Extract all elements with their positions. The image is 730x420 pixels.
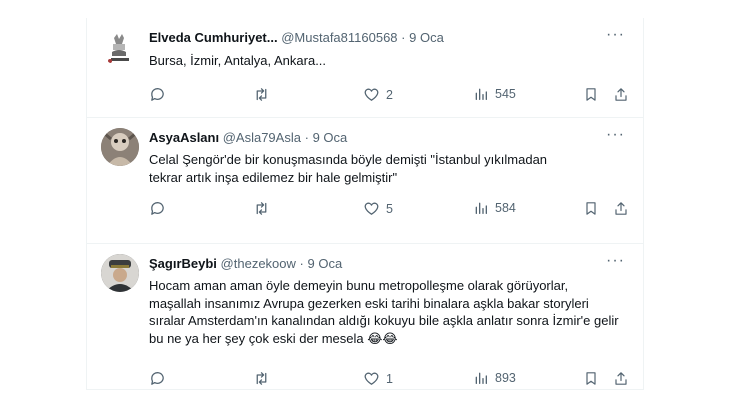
- bookmark-icon: [586, 202, 596, 215]
- heart-icon: [364, 88, 379, 101]
- author-name[interactable]: ŞagırBeybi: [149, 256, 217, 271]
- bookmark-button[interactable]: [583, 200, 599, 217]
- views-button[interactable]: 584: [473, 200, 516, 216]
- reply-icon: [151, 372, 164, 385]
- more-options-icon[interactable]: ···: [606, 26, 625, 44]
- share-icon: [615, 88, 627, 101]
- tweet-actions: 1 893: [149, 370, 627, 390]
- like-button[interactable]: 2: [363, 86, 393, 103]
- like-button[interactable]: 5: [363, 200, 393, 217]
- avatar[interactable]: [101, 28, 139, 66]
- avatar[interactable]: [101, 254, 139, 292]
- avatar[interactable]: [101, 128, 139, 166]
- views-button[interactable]: 545: [473, 86, 516, 102]
- tweet-actions: 2 545: [149, 86, 627, 106]
- bookmark-button[interactable]: [583, 370, 599, 387]
- views-chart-icon: [475, 372, 487, 384]
- like-count: 2: [386, 87, 393, 102]
- view-count: 893: [495, 371, 516, 385]
- retweet-icon: [256, 202, 267, 215]
- reply-icon: [151, 202, 164, 215]
- reply-button[interactable]: [149, 86, 172, 103]
- tweet-text: Bursa, İzmir, Antalya, Ankara...: [149, 53, 327, 68]
- bookmark-icon: [586, 88, 596, 101]
- tweet-header: ŞagırBeybi @thezekoow · 9 Oca: [149, 256, 603, 272]
- heart-icon: [364, 372, 379, 385]
- tweet[interactable]: AsyaAslanı @Asla79Asla · 9 Oca ··· Celal…: [87, 118, 643, 244]
- tweet-feed: Elveda Cumhuriyet... @Mustafa81160568 · …: [86, 18, 644, 390]
- separator-dot: ·: [299, 256, 304, 271]
- author-handle[interactable]: @Asla79Asla: [223, 130, 301, 145]
- views-button[interactable]: 893: [473, 370, 516, 386]
- author-handle[interactable]: @Mustafa81160568: [281, 30, 397, 45]
- views-chart-icon: [475, 88, 487, 100]
- heart-icon: [364, 202, 379, 215]
- more-options-icon[interactable]: ···: [606, 126, 625, 144]
- retweet-button[interactable]: [253, 200, 276, 217]
- avatar-image: [101, 128, 139, 166]
- share-button[interactable]: [613, 86, 629, 103]
- share-icon: [615, 372, 627, 385]
- separator-dot: ·: [401, 30, 406, 45]
- tweet[interactable]: Elveda Cumhuriyet... @Mustafa81160568 · …: [87, 18, 643, 118]
- tweet-date[interactable]: 9 Oca: [308, 256, 343, 271]
- tweet-text: Hocam aman aman öyle demeyin bunu metrop…: [149, 278, 619, 346]
- view-count: 584: [495, 201, 516, 215]
- like-count: 5: [386, 201, 393, 216]
- view-count: 545: [495, 87, 516, 101]
- like-button[interactable]: 1: [363, 370, 393, 387]
- reply-icon: [151, 88, 164, 101]
- reply-button[interactable]: [149, 370, 172, 387]
- tweet-header: AsyaAslanı @Asla79Asla · 9 Oca: [149, 130, 603, 146]
- like-count: 1: [386, 371, 393, 386]
- tweet-header: Elveda Cumhuriyet... @Mustafa81160568 · …: [149, 30, 603, 46]
- author-handle[interactable]: @thezekoow: [221, 256, 296, 271]
- tweet-actions: 5 584: [149, 200, 627, 220]
- share-icon: [615, 202, 627, 215]
- tweet-text: Celal Şengör'de bir konuşmasında böyle d…: [149, 152, 548, 185]
- author-name[interactable]: Elveda Cumhuriyet...: [149, 30, 278, 45]
- share-button[interactable]: [613, 200, 629, 217]
- avatar-image: [101, 254, 139, 292]
- tweet-date[interactable]: 9 Oca: [409, 30, 444, 45]
- tweet[interactable]: ŞagırBeybi @thezekoow · 9 Oca ··· Hocam …: [87, 244, 643, 390]
- separator-dot: ·: [304, 130, 309, 145]
- author-name[interactable]: AsyaAslanı: [149, 130, 219, 145]
- reply-button[interactable]: [149, 200, 172, 217]
- avatar-image: [101, 28, 139, 66]
- tweet-date[interactable]: 9 Oca: [313, 130, 348, 145]
- retweet-button[interactable]: [253, 86, 276, 103]
- bookmark-icon: [586, 372, 596, 385]
- bookmark-button[interactable]: [583, 86, 599, 103]
- share-button[interactable]: [613, 370, 629, 387]
- retweet-button[interactable]: [253, 370, 276, 387]
- more-options-icon[interactable]: ···: [606, 252, 625, 270]
- retweet-icon: [256, 372, 267, 385]
- retweet-icon: [256, 88, 267, 101]
- views-chart-icon: [475, 202, 487, 214]
